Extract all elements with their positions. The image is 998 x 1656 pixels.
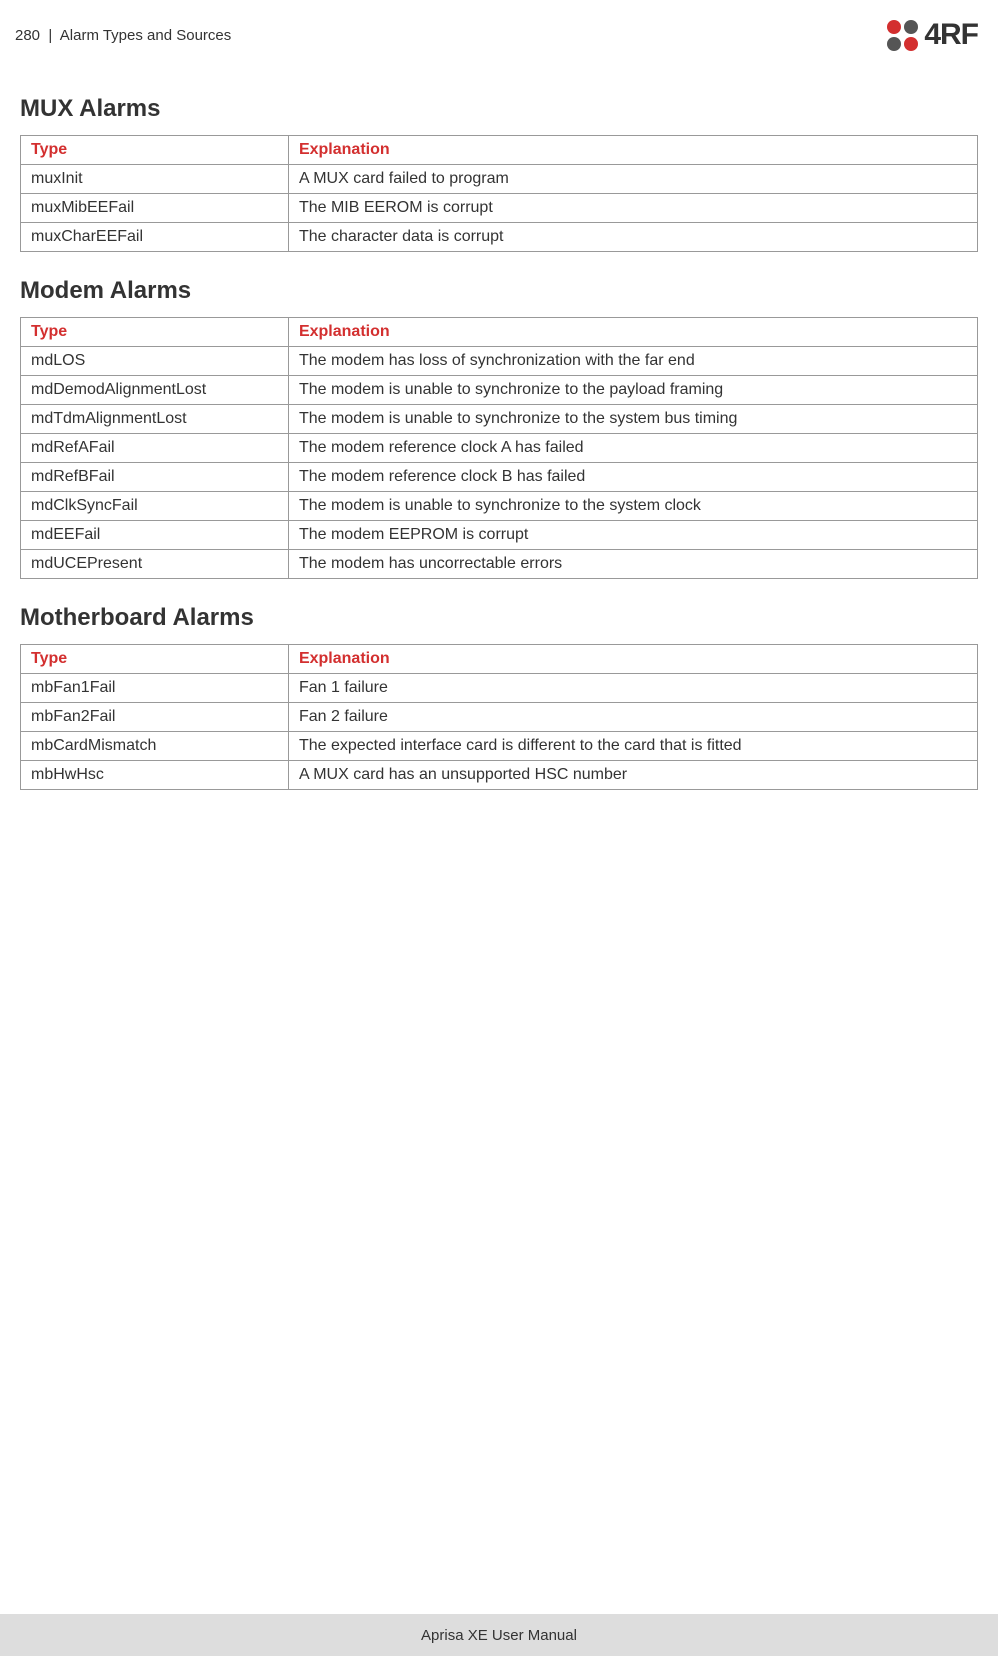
table-row: mdTdmAlignmentLost The modem is unable t… (21, 405, 978, 434)
cell-type: mbCardMismatch (21, 732, 289, 761)
logo-text: 4RF (924, 18, 978, 52)
table-row: mbFan2Fail Fan 2 failure (21, 703, 978, 732)
cell-type: mbHwHsc (21, 761, 289, 790)
table-header-row: Type Explanation (21, 136, 978, 165)
cell-type: muxMibEEFail (21, 194, 289, 223)
table-header-row: Type Explanation (21, 318, 978, 347)
logo: 4RF (887, 18, 978, 52)
cell-explanation: The modem is unable to synchronize to th… (288, 405, 977, 434)
cell-explanation: A MUX card failed to program (288, 165, 977, 194)
mux-alarms-table: Type Explanation muxInit A MUX card fail… (20, 135, 978, 252)
table-row: mdEEFail The modem EEPROM is corrupt (21, 521, 978, 550)
table-row: mdDemodAlignmentLost The modem is unable… (21, 376, 978, 405)
page-footer: Aprisa XE User Manual (0, 1614, 998, 1656)
table-row: mbHwHsc A MUX card has an unsupported HS… (21, 761, 978, 790)
cell-explanation: The character data is corrupt (288, 223, 977, 252)
cell-type: mdUCEPresent (21, 550, 289, 579)
table-header-row: Type Explanation (21, 645, 978, 674)
modem-alarms-table: Type Explanation mdLOS The modem has los… (20, 317, 978, 579)
table-row: mdClkSyncFail The modem is unable to syn… (21, 492, 978, 521)
cell-type: mdLOS (21, 347, 289, 376)
cell-type: mdClkSyncFail (21, 492, 289, 521)
table-row: muxInit A MUX card failed to program (21, 165, 978, 194)
cell-explanation: The modem has uncorrectable errors (288, 550, 977, 579)
header-left: 280 | Alarm Types and Sources (15, 27, 231, 44)
cell-explanation: The modem has loss of synchronization wi… (288, 347, 977, 376)
logo-dot (887, 20, 901, 34)
content: MUX Alarms Type Explanation muxInit A MU… (0, 60, 998, 800)
cell-type: mdTdmAlignmentLost (21, 405, 289, 434)
table-row: muxCharEEFail The character data is corr… (21, 223, 978, 252)
header-type: Type (21, 136, 289, 165)
logo-dots-icon (887, 20, 918, 51)
cell-type: mbFan2Fail (21, 703, 289, 732)
cell-explanation: The modem reference clock A has failed (288, 434, 977, 463)
cell-explanation: Fan 2 failure (288, 703, 977, 732)
cell-type: mbFan1Fail (21, 674, 289, 703)
page-number: 280 (15, 27, 40, 44)
section-name: Alarm Types and Sources (60, 27, 231, 44)
cell-type: mdRefBFail (21, 463, 289, 492)
logo-dot (887, 37, 901, 51)
cell-explanation: The modem is unable to synchronize to th… (288, 492, 977, 521)
table-row: mbCardMismatch The expected interface ca… (21, 732, 978, 761)
logo-dot (904, 20, 918, 34)
table-row: muxMibEEFail The MIB EEROM is corrupt (21, 194, 978, 223)
table-row: mdRefBFail The modem reference clock B h… (21, 463, 978, 492)
cell-type: mdDemodAlignmentLost (21, 376, 289, 405)
header-explanation: Explanation (288, 318, 977, 347)
cell-explanation: The modem is unable to synchronize to th… (288, 376, 977, 405)
table-row: mdLOS The modem has loss of synchronizat… (21, 347, 978, 376)
header-explanation: Explanation (288, 136, 977, 165)
cell-explanation: Fan 1 failure (288, 674, 977, 703)
table-row: mbFan1Fail Fan 1 failure (21, 674, 978, 703)
mux-alarms-title: MUX Alarms (20, 95, 978, 123)
table-row: mdRefAFail The modem reference clock A h… (21, 434, 978, 463)
cell-explanation: The MIB EEROM is corrupt (288, 194, 977, 223)
header-type: Type (21, 318, 289, 347)
cell-type: muxCharEEFail (21, 223, 289, 252)
logo-dot (904, 37, 918, 51)
cell-type: mdRefAFail (21, 434, 289, 463)
motherboard-alarms-title: Motherboard Alarms (20, 604, 978, 632)
header-type: Type (21, 645, 289, 674)
modem-alarms-title: Modem Alarms (20, 277, 978, 305)
cell-explanation: The expected interface card is different… (288, 732, 977, 761)
header-separator: | (44, 27, 60, 44)
motherboard-alarms-table: Type Explanation mbFan1Fail Fan 1 failur… (20, 644, 978, 790)
cell-type: muxInit (21, 165, 289, 194)
cell-explanation: The modem reference clock B has failed (288, 463, 977, 492)
page-header: 280 | Alarm Types and Sources 4RF (0, 0, 998, 60)
table-row: mdUCEPresent The modem has uncorrectable… (21, 550, 978, 579)
cell-type: mdEEFail (21, 521, 289, 550)
cell-explanation: A MUX card has an unsupported HSC number (288, 761, 977, 790)
cell-explanation: The modem EEPROM is corrupt (288, 521, 977, 550)
header-explanation: Explanation (288, 645, 977, 674)
footer-text: Aprisa XE User Manual (421, 1627, 577, 1644)
